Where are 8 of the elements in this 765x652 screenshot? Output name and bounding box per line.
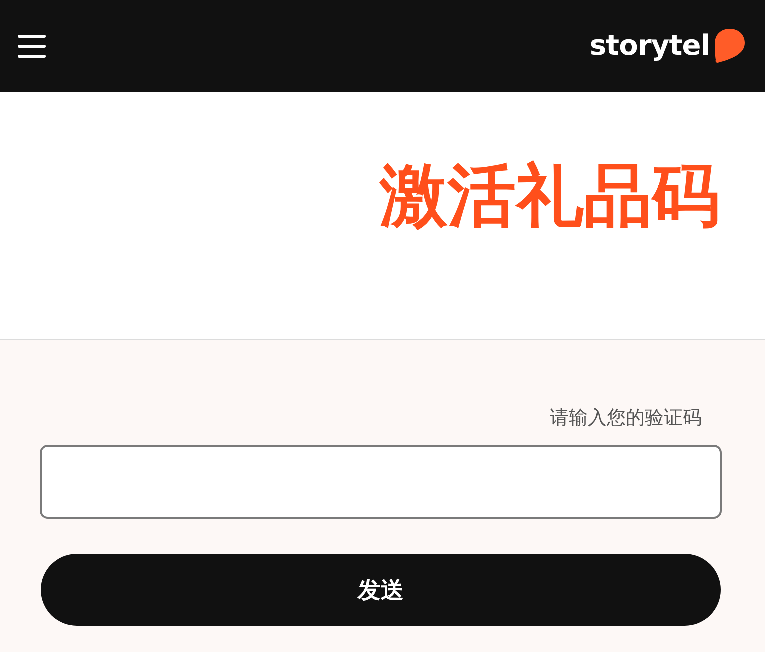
- brand-logo-text: storytel: [590, 29, 710, 63]
- page-title: 激活礼品码: [380, 157, 720, 237]
- menu-icon: [18, 34, 46, 58]
- menu-button[interactable]: [18, 34, 46, 58]
- code-input-field[interactable]: [40, 445, 722, 519]
- field-label: 请输入您的验证码: [550, 406, 702, 430]
- speech-bubble-icon: [715, 29, 745, 63]
- send-button[interactable]: 发送: [41, 554, 721, 626]
